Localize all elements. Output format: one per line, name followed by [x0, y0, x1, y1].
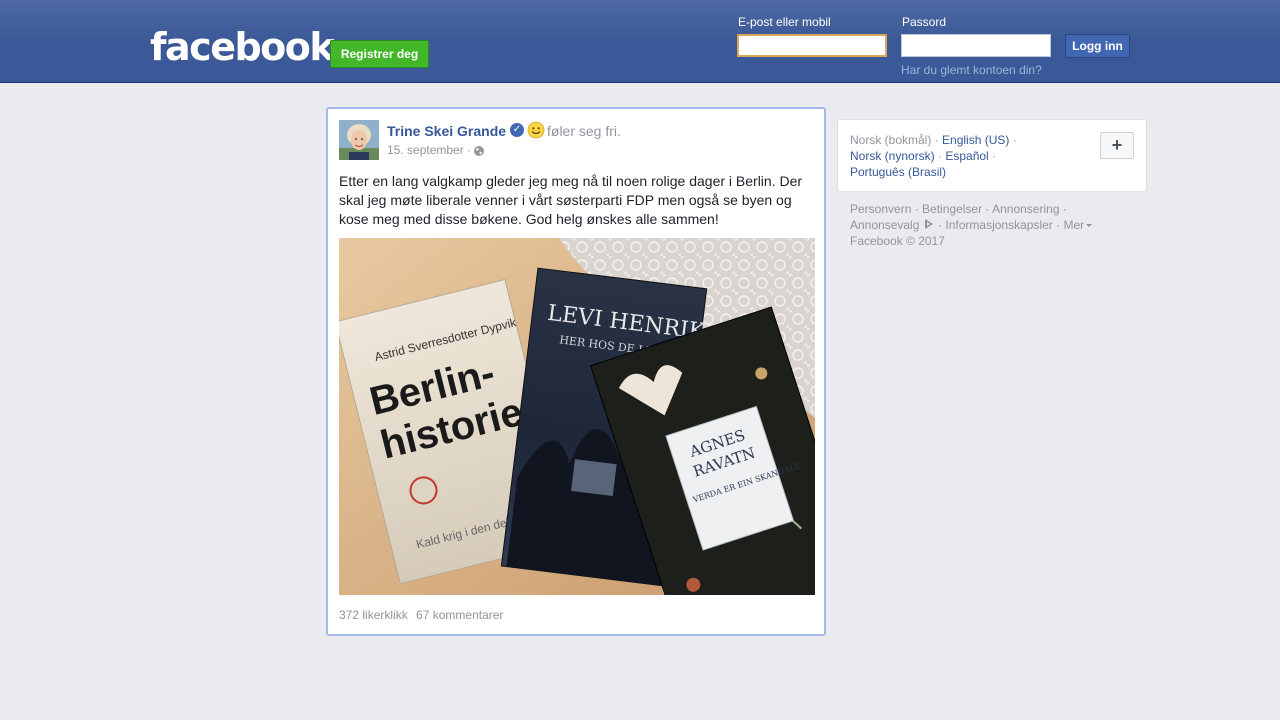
language-separator: · [988, 149, 997, 163]
footer-separator: · [1059, 202, 1067, 216]
privacy-link[interactable]: Personvern [850, 202, 911, 216]
copyright-text: Facebook © 2017 [850, 234, 945, 248]
language-english-link[interactable]: English (US) [942, 133, 1009, 147]
language-separator: · [1009, 133, 1017, 147]
top-navigation-bar: facebook Registrer deg E-post eller mobi… [0, 0, 1280, 83]
email-field[interactable] [737, 34, 887, 57]
language-portuguese-link[interactable]: Português (Brasil) [850, 165, 946, 179]
author-avatar[interactable] [339, 120, 379, 160]
forgot-account-link[interactable]: Har du glemt kontoen din? [901, 63, 1042, 77]
more-languages-button[interactable]: + [1100, 132, 1134, 159]
language-spanish-link[interactable]: Español [945, 149, 988, 163]
more-label: Mer [1063, 218, 1085, 232]
advertising-link[interactable]: Annonsering [992, 202, 1059, 216]
public-globe-icon[interactable] [473, 144, 485, 156]
adchoices-icon [923, 218, 935, 230]
terms-link[interactable]: Betingelser [922, 202, 982, 216]
smiley-feeling-icon [527, 121, 545, 139]
post-feeling-text: føler seg fri. [547, 123, 621, 139]
likes-count[interactable]: 372 likerklikk [339, 608, 408, 622]
facebook-logo[interactable]: facebook [150, 26, 335, 68]
post-body-text: Etter en lang valgkamp gleder jeg meg nå… [339, 173, 803, 227]
current-language: Norsk (bokmål) · [850, 133, 943, 147]
post-timestamp[interactable]: 15. september · [387, 143, 471, 157]
chevron-down-icon [1086, 224, 1093, 227]
post-card: Trine Skei Grande ✓ føler seg fri. 15. s… [326, 107, 826, 636]
register-button[interactable]: Registrer deg [330, 40, 429, 68]
post-author-name[interactable]: Trine Skei Grande [387, 123, 506, 139]
page-footer: Personvern · Betingelser · Annonsering ·… [850, 201, 1140, 249]
language-nynorsk-link[interactable]: Norsk (nynorsk) [850, 149, 935, 163]
email-label: E-post eller mobil [738, 15, 831, 29]
password-field[interactable] [901, 34, 1051, 57]
adchoices-label: Annonsevalg [850, 218, 920, 232]
verified-badge-icon: ✓ [510, 123, 524, 137]
adchoices-link[interactable]: Annonsevalg [850, 218, 935, 232]
language-list: Norsk (bokmål) · English (US) · Norsk (n… [850, 132, 1050, 180]
language-selector-box: Norsk (bokmål) · English (US) · Norsk (n… [837, 119, 1147, 192]
comments-count[interactable]: 67 kommentarer [416, 608, 503, 622]
password-label: Passord [902, 15, 947, 29]
footer-separator: · [1052, 218, 1064, 232]
footer-separator: · [911, 202, 923, 216]
post-engagement-stats: 372 likerklikk 67 kommentarer [339, 608, 508, 622]
more-menu[interactable]: Mer [1063, 218, 1093, 232]
cookies-link[interactable]: Informasjonskapsler [945, 218, 1052, 232]
language-separator: · [934, 149, 946, 163]
footer-separator: · [934, 218, 946, 232]
login-button[interactable]: Logg inn [1065, 34, 1130, 58]
footer-separator: · [982, 202, 993, 216]
post-photo-books[interactable]: Astrid Sverresdotter Dypvik Berlin- hist… [339, 238, 815, 595]
